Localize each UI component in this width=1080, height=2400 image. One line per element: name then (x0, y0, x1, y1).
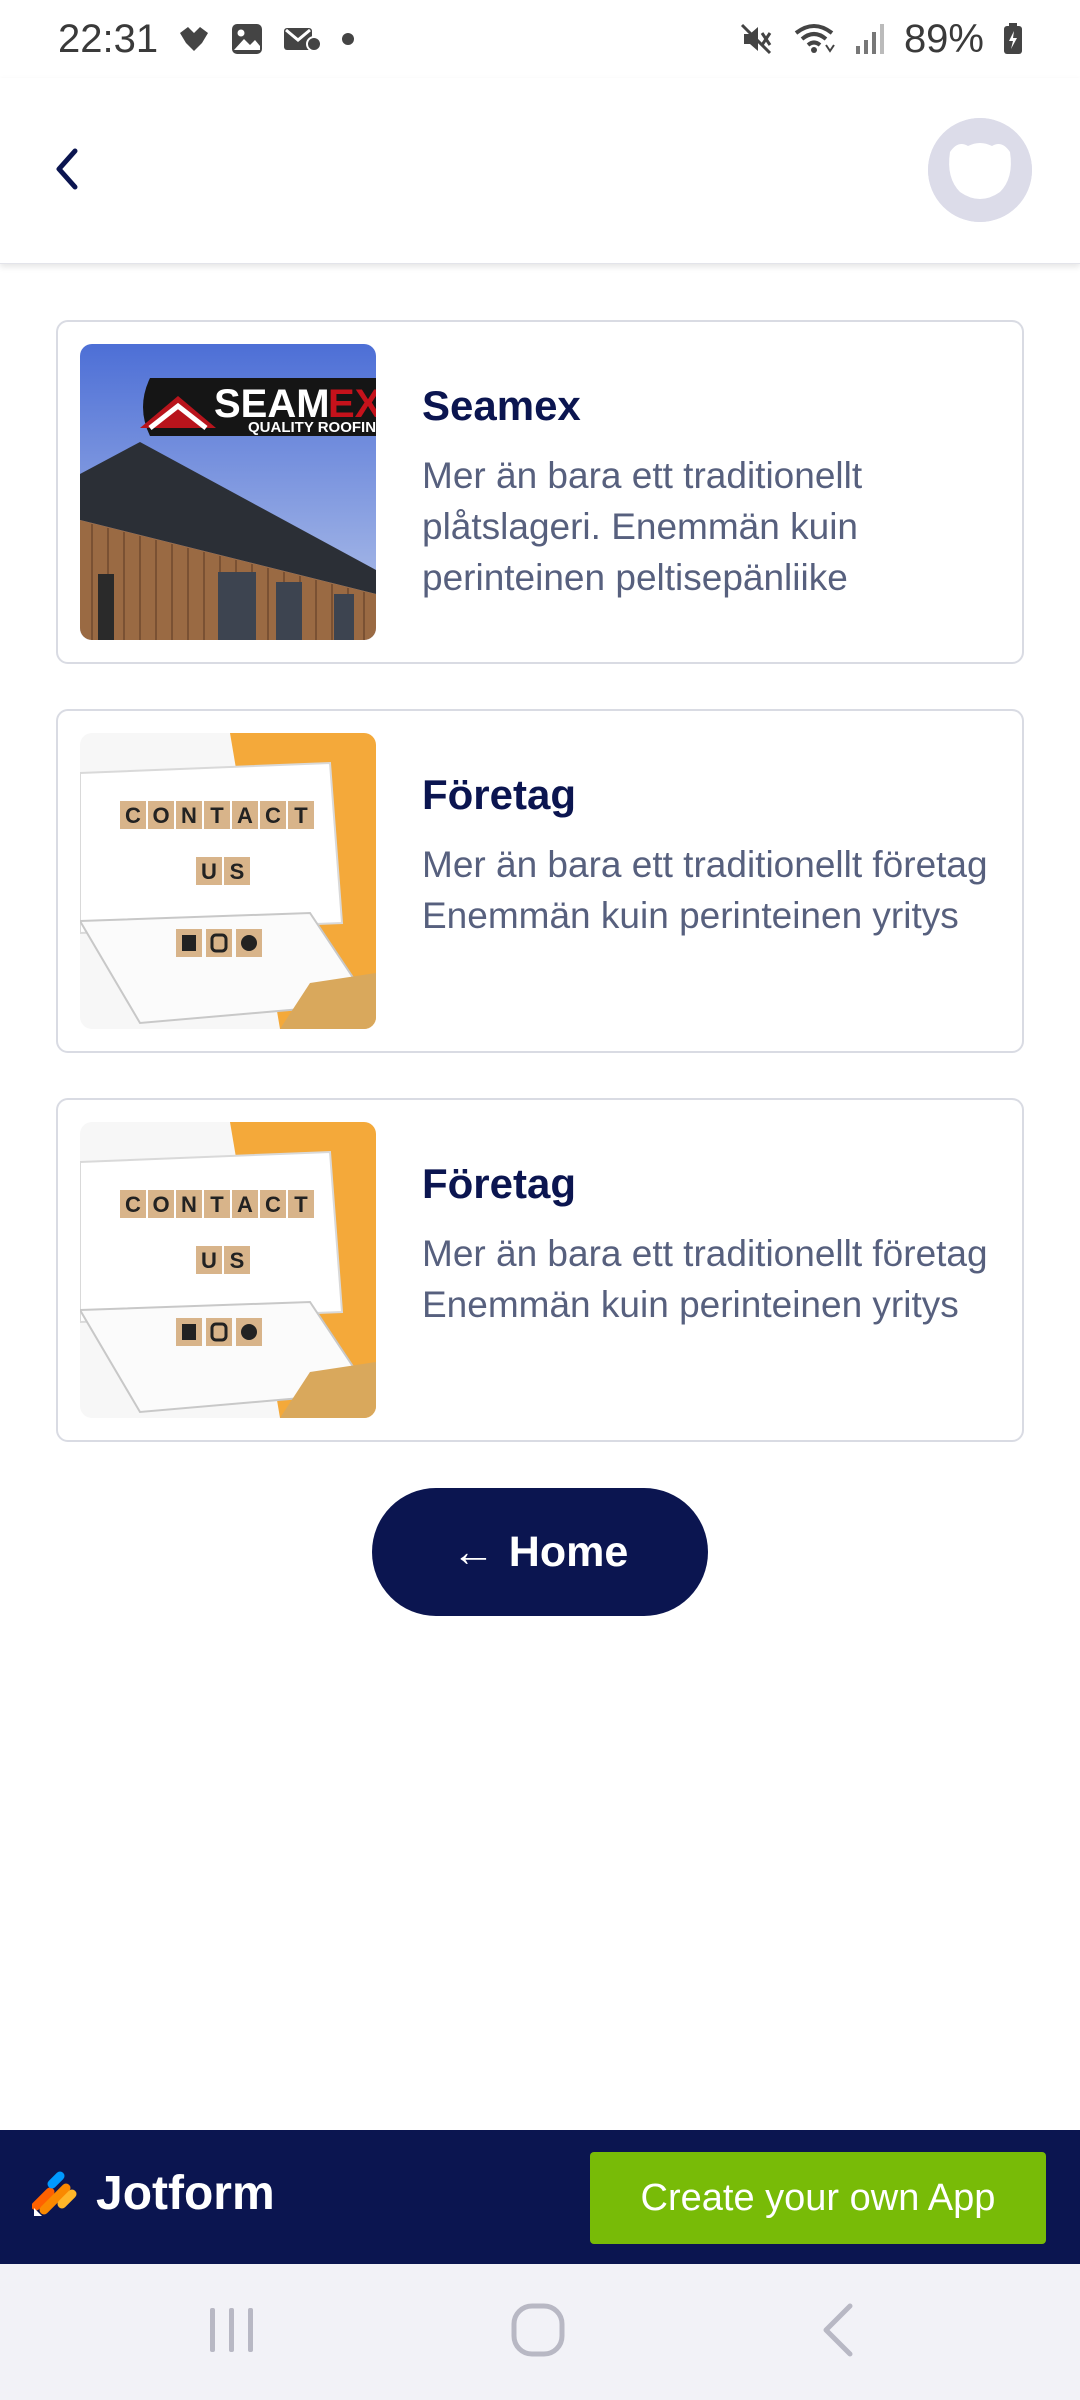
card-thumbnail: C O N T A C T U S (80, 733, 376, 1029)
email-icon (282, 22, 323, 56)
svg-text:QUALITY ROOFING: QUALITY ROOFING (248, 419, 376, 436)
svg-text:O: O (152, 1192, 169, 1217)
svg-text:S: S (230, 859, 245, 884)
svg-text:T: T (210, 1192, 224, 1217)
svg-text:S: S (230, 1248, 245, 1273)
jotform-wordmark: Jotform (96, 2167, 275, 2220)
svg-text:U: U (201, 859, 217, 884)
app-avatar-icon (928, 118, 1032, 222)
system-nav-bar (0, 2264, 1080, 2400)
svg-text:N: N (181, 803, 197, 828)
svg-text:C: C (265, 1192, 281, 1217)
home-button-label: Home (508, 1527, 629, 1576)
dot-icon (340, 31, 356, 47)
card-thumbnail: C O N T A C T U S (80, 1122, 376, 1418)
gallery-icon (230, 22, 264, 56)
svg-text:C: C (125, 1192, 141, 1217)
recent-apps-icon (210, 2308, 253, 2352)
svg-text:U: U (201, 1248, 217, 1273)
app-avatar (928, 118, 1032, 222)
create-app-button[interactable]: Create your own App (590, 2152, 1046, 2244)
jotform-logo[interactable]: Jotform (32, 2166, 275, 2221)
home-nav-icon (511, 2303, 565, 2357)
svg-text:N: N (181, 1192, 197, 1217)
recent-apps-button[interactable] (206, 2300, 258, 2365)
card-description: Mer än bara ett traditionellt plåtslager… (422, 455, 863, 598)
jotform-logo-icon (32, 2171, 77, 2216)
status-left: 22:31 (58, 17, 356, 62)
status-time: 22:31 (58, 16, 159, 61)
app-header (0, 78, 1080, 264)
svg-text:T: T (294, 803, 308, 828)
card-title: Företag (422, 771, 577, 818)
battery-icon (1002, 22, 1024, 56)
arrow-left-icon: ← (451, 1527, 495, 1576)
card-description: Mer än bara ett traditionellt företag En… (422, 1233, 988, 1325)
home-button[interactable]: ← Home (372, 1488, 708, 1616)
svg-text:T: T (294, 1192, 308, 1217)
svg-text:A: A (237, 803, 253, 828)
list-item-foretag[interactable]: C O N T A C T U S Företag Mer än bara et… (56, 1098, 1024, 1442)
card-title: Företag (422, 1160, 577, 1207)
card-title: Seamex (422, 382, 581, 429)
status-right: 89% (738, 17, 1024, 62)
back-nav-button[interactable] (818, 2300, 858, 2365)
list-item-foretag[interactable]: C O N T A C T U S Företag Mer än bara et… (56, 709, 1024, 1053)
svg-text:T: T (210, 803, 224, 828)
jotform-banner: Jotform Create your own App (0, 2130, 1080, 2264)
mute-icon (738, 21, 774, 57)
card-thumbnail: SEAM EX QUALITY ROOFING (80, 344, 376, 640)
back-button[interactable] (40, 134, 92, 204)
status-bar: 22:31 89% (0, 0, 1080, 78)
signal-icon (854, 22, 886, 56)
svg-text:C: C (265, 803, 281, 828)
chevron-left-icon (56, 148, 78, 190)
notification-icon (176, 21, 212, 57)
back-nav-icon (823, 2303, 853, 2357)
home-nav-button[interactable] (508, 2300, 568, 2365)
battery-percent: 89% (903, 16, 984, 61)
card-description: Mer än bara ett traditionellt företag En… (422, 844, 988, 936)
svg-text:O: O (152, 803, 169, 828)
svg-text:C: C (125, 803, 141, 828)
wifi-icon (792, 21, 836, 57)
list-item-seamex[interactable]: SEAM EX QUALITY ROOFING Seamex Mer än ba… (56, 320, 1024, 664)
svg-text:A: A (237, 1192, 253, 1217)
